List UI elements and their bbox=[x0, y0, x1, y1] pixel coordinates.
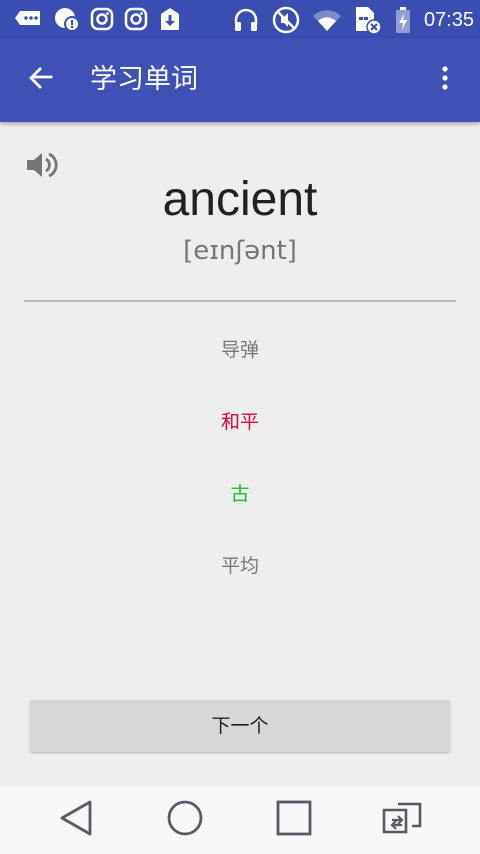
wifi-icon bbox=[312, 8, 342, 32]
word-text: ancient bbox=[162, 173, 318, 226]
phonetic-text: [eɪnʃənt] bbox=[183, 236, 297, 266]
back-triangle-icon bbox=[58, 798, 94, 842]
overflow-menu-button[interactable] bbox=[430, 60, 460, 100]
answer-option[interactable]: 导弹 bbox=[140, 330, 340, 370]
messages-icon bbox=[14, 7, 44, 31]
app-bar: 学习单词 bbox=[0, 38, 480, 122]
next-button[interactable]: 下一个 bbox=[30, 700, 450, 752]
divider bbox=[24, 300, 456, 302]
back-button[interactable] bbox=[20, 60, 60, 100]
nav-recents-button[interactable] bbox=[274, 800, 314, 840]
nav-bar bbox=[0, 786, 480, 854]
instagram-icon bbox=[90, 7, 114, 31]
nav-home-button[interactable] bbox=[165, 800, 205, 840]
notification-alert-icon bbox=[54, 6, 80, 32]
rotate-switch-icon bbox=[380, 798, 424, 842]
page-title: 学习单词 bbox=[90, 64, 198, 95]
more-vert-icon bbox=[441, 65, 449, 95]
battery-icon bbox=[394, 6, 412, 34]
download-icon bbox=[158, 6, 182, 32]
answer-option[interactable]: 平均 bbox=[140, 546, 340, 586]
home-circle-icon bbox=[165, 798, 205, 842]
answer-option[interactable]: 古 bbox=[140, 474, 340, 514]
sim-card-icon bbox=[354, 5, 382, 35]
answer-option[interactable]: 和平 bbox=[140, 402, 340, 442]
recents-square-icon bbox=[274, 798, 314, 842]
mute-icon bbox=[272, 6, 300, 34]
nav-back-button[interactable] bbox=[56, 800, 96, 840]
status-icons-right: 07:35 bbox=[232, 5, 474, 35]
status-icons-left bbox=[14, 6, 182, 32]
instagram-icon bbox=[124, 7, 148, 31]
status-bar: 07:35 bbox=[0, 0, 480, 38]
headphones-icon bbox=[232, 6, 260, 34]
arrow-back-icon bbox=[27, 65, 53, 95]
nav-rotate-button[interactable] bbox=[382, 800, 422, 840]
status-time: 07:35 bbox=[423, 8, 474, 31]
